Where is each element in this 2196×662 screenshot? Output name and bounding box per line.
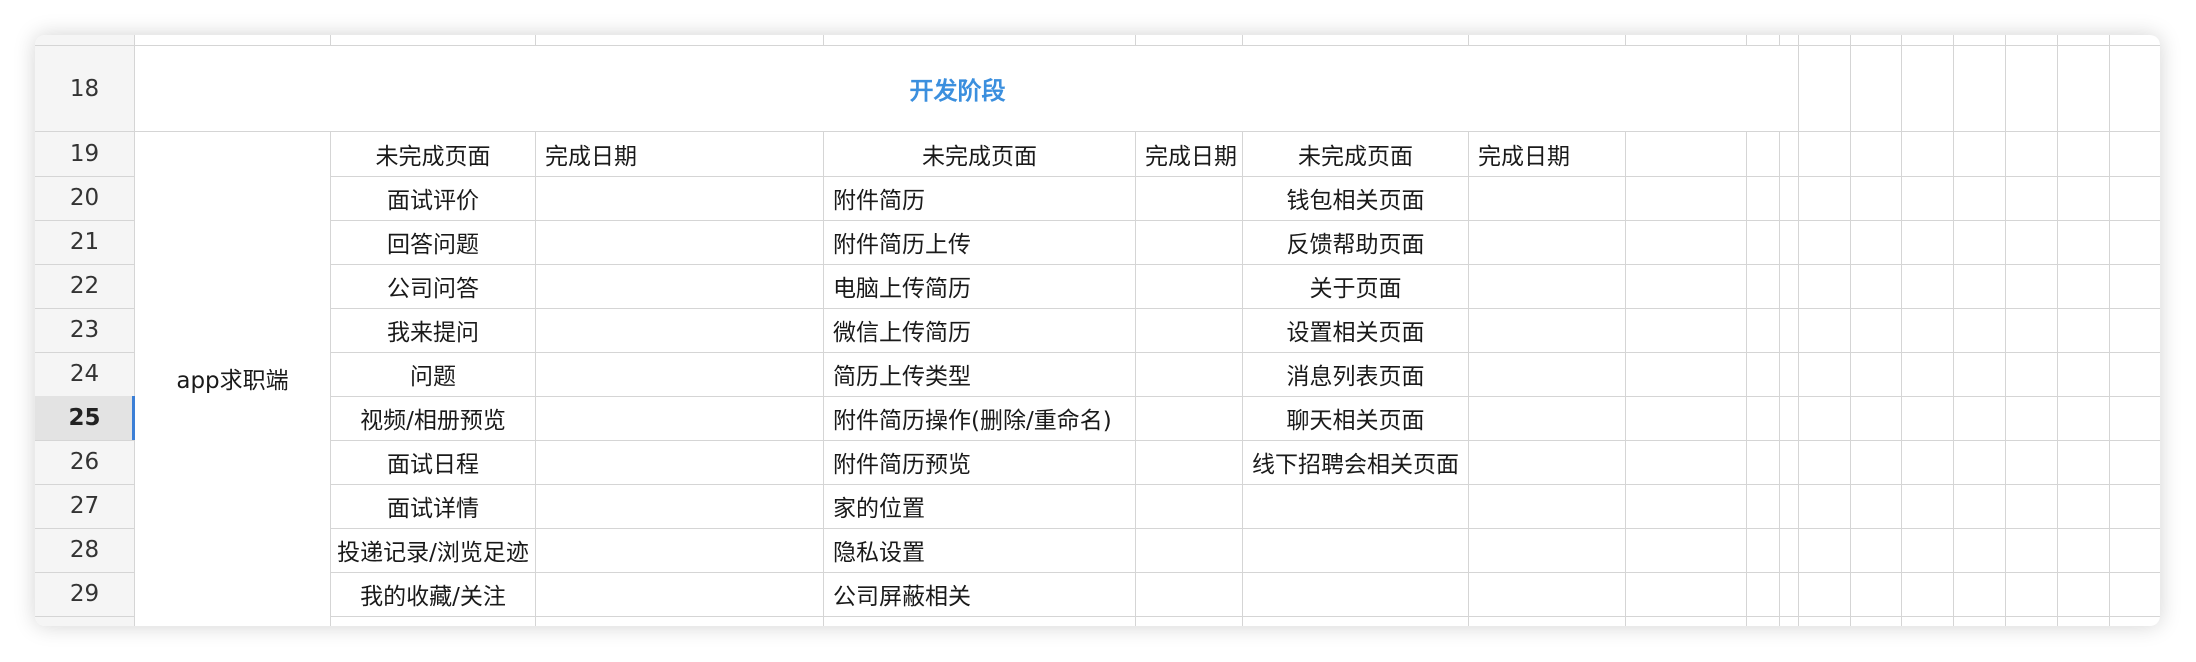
pending-page-cell[interactable]: 问题	[331, 352, 535, 396]
column-header-cell[interactable]: 未完成页面	[331, 132, 535, 176]
row-number-22[interactable]: 22	[35, 264, 134, 308]
pending-page-cell[interactable]: 回答问题	[331, 220, 535, 264]
column-grid-line	[2057, 35, 2058, 626]
pending-page-cell[interactable]: 微信上传简历	[824, 308, 1135, 352]
pending-page-cell[interactable]: 公司屏蔽相关	[824, 572, 1135, 616]
column-header-cell[interactable]: 未完成页面	[824, 132, 1135, 176]
pending-page-cell[interactable]: 面试评价	[331, 176, 535, 220]
pending-page-cell[interactable]: 钱包相关页面	[1243, 176, 1468, 220]
pending-page-cell[interactable]: 家的位置	[824, 484, 1135, 528]
column-grid-line	[1798, 35, 1799, 626]
pending-page-cell[interactable]: 我的收藏/关注	[331, 572, 535, 616]
pending-page-cell[interactable]: 关于页面	[1243, 264, 1468, 308]
pending-page-cell[interactable]: 线下招聘会相关页面	[1243, 440, 1468, 484]
column-header-cell[interactable]: 完成日期	[536, 132, 823, 176]
column-grid-line	[1746, 35, 1747, 46]
row-number-29[interactable]: 29	[35, 572, 134, 616]
pending-page-cell[interactable]: 附件简历上传	[824, 220, 1135, 264]
pending-page-cell[interactable]: 电脑上传简历	[824, 264, 1135, 308]
row-number-21[interactable]: 21	[35, 220, 134, 264]
row-number-26[interactable]: 26	[35, 440, 134, 484]
column-grid-line	[535, 131, 536, 626]
column-grid-line	[330, 35, 331, 46]
pending-page-cell[interactable]: 反馈帮助页面	[1243, 220, 1468, 264]
spreadsheet-view: 开发阶段 app求职端 18 19 20 21 22 23 24 25 26 27 28 29 未完成…	[35, 35, 2160, 626]
column-grid-line	[1625, 131, 1626, 626]
column-grid-line	[1625, 35, 1626, 46]
row-number-19[interactable]: 19	[35, 132, 134, 176]
pending-page-cell[interactable]: 投递记录/浏览足迹	[331, 528, 535, 572]
column-grid-line	[1135, 131, 1136, 626]
column-grid-line	[1468, 131, 1469, 626]
pending-page-cell[interactable]: 简历上传类型	[824, 352, 1135, 396]
column-grid-line	[1135, 35, 1136, 46]
pending-page-cell[interactable]: 面试详情	[331, 484, 535, 528]
row-number-23[interactable]: 23	[35, 308, 134, 352]
pending-page-cell[interactable]: 附件简历	[824, 176, 1135, 220]
row-number-28[interactable]: 28	[35, 528, 134, 572]
column-grid-line	[2109, 35, 2110, 626]
column-header-cell[interactable]: 完成日期	[1469, 132, 1625, 176]
pending-page-cell[interactable]: 消息列表页面	[1243, 352, 1468, 396]
pending-page-cell[interactable]: 公司问答	[331, 264, 535, 308]
row-number-27[interactable]: 27	[35, 484, 134, 528]
row-number-25[interactable]: 25	[35, 396, 134, 440]
column-header-cell[interactable]: 完成日期	[1136, 132, 1242, 176]
column-grid-line	[823, 35, 824, 46]
column-grid-line	[1468, 35, 1469, 46]
row-number-20[interactable]: 20	[35, 176, 134, 220]
phase-title-cell[interactable]: 开发阶段	[135, 46, 1780, 131]
column-grid-line	[1850, 35, 1851, 626]
pending-page-cell[interactable]: 附件简历预览	[824, 440, 1135, 484]
pending-page-cell[interactable]: 隐私设置	[824, 528, 1135, 572]
pending-page-cell[interactable]: 聊天相关页面	[1243, 396, 1468, 440]
pending-page-cell[interactable]: 我来提问	[331, 308, 535, 352]
column-grid-line	[1746, 131, 1747, 626]
column-grid-line	[2005, 35, 2006, 626]
pending-page-cell[interactable]: 面试日程	[331, 440, 535, 484]
column-grid-line	[535, 35, 536, 46]
active-row-marker	[132, 396, 135, 440]
pending-page-cell[interactable]: 视频/相册预览	[331, 396, 535, 440]
group-label-cell[interactable]: app求职端	[135, 132, 330, 623]
column-grid-line	[1242, 35, 1243, 46]
column-grid-line	[1953, 35, 1954, 626]
column-grid-line	[1901, 35, 1902, 626]
pending-page-cell[interactable]: 设置相关页面	[1243, 308, 1468, 352]
row-grid-line	[35, 616, 2160, 617]
row-number-18[interactable]: 18	[35, 46, 134, 131]
pending-page-cell[interactable]: 附件简历操作(删除/重命名)	[824, 396, 1135, 440]
row-number-24[interactable]: 24	[35, 352, 134, 396]
column-header-cell[interactable]: 未完成页面	[1243, 132, 1468, 176]
